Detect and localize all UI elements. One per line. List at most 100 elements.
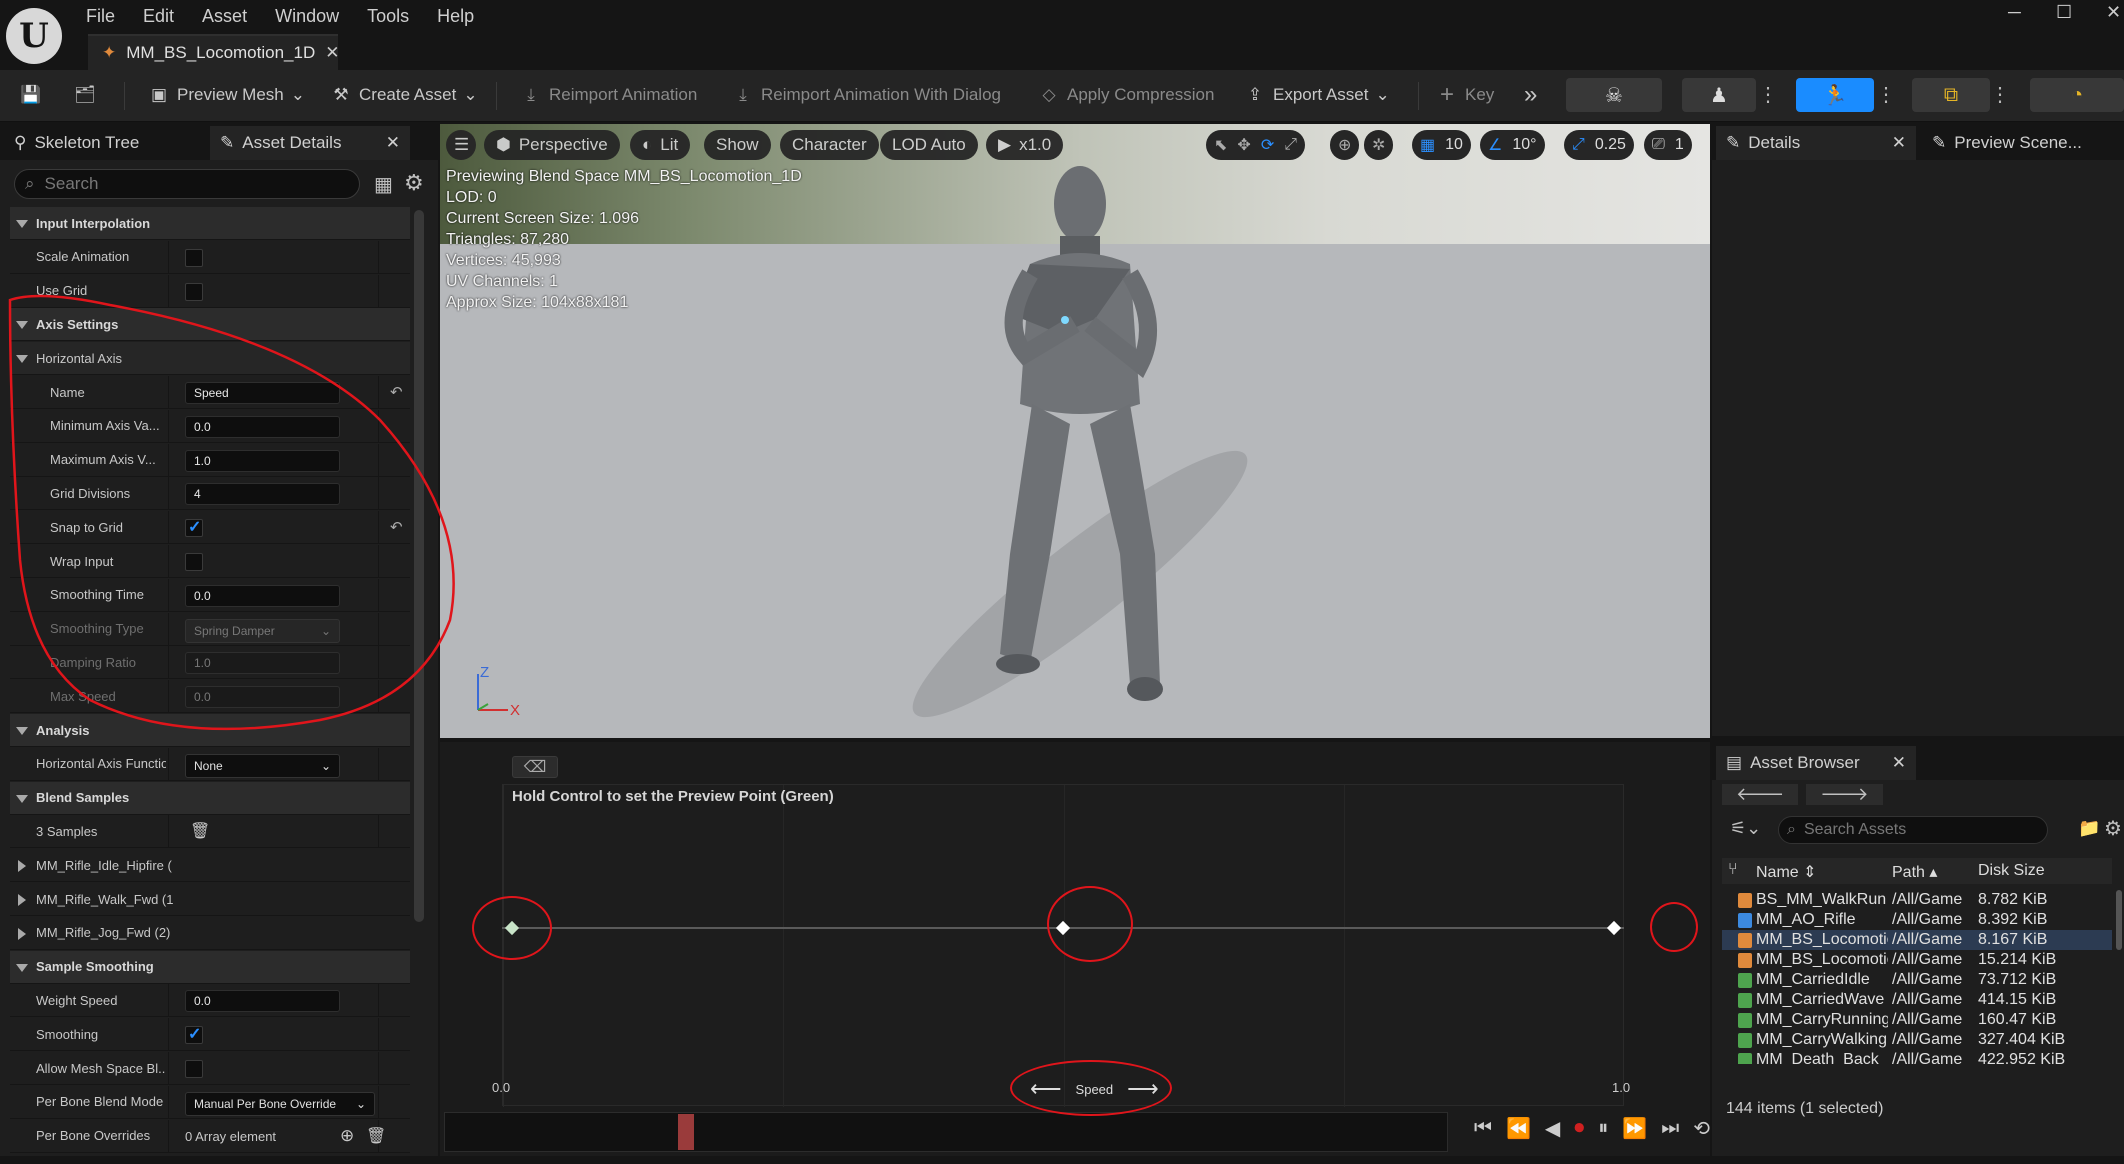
rotate-icon[interactable]: ⟳ (1261, 135, 1274, 155)
loop-icon[interactable]: ⟲ (1693, 1116, 1710, 1141)
asset-row[interactable]: MM_BS_Locomotion/All/Game 15.214 KiB (1722, 950, 2112, 970)
grid-snap-button[interactable]: ▦ 10 (1412, 130, 1471, 160)
create-asset-button[interactable]: ⚒ Create Asset ⌄ (330, 78, 477, 112)
kebab-menu-icon[interactable]: ⋮ (1990, 82, 2010, 107)
close-window-icon[interactable]: ✕ (2106, 2, 2121, 23)
surface-snap-toggle[interactable]: ✲ (1364, 130, 1394, 160)
col-name[interactable]: Name ⇕ (1756, 862, 1817, 882)
save-button[interactable]: 💾 (20, 78, 42, 112)
select-icon[interactable]: ⬉ (1214, 135, 1227, 155)
record-icon[interactable]: ⏺ (1574, 1117, 1584, 1140)
character-button[interactable]: Character (780, 130, 879, 160)
minimize-icon[interactable]: ─ (2008, 2, 2021, 23)
preview-mesh-button[interactable]: ▣ Preview Mesh ⌄ (148, 78, 305, 112)
asset-row[interactable]: MM_CarriedWave/All/Game 414.15 KiB (1722, 990, 2112, 1010)
asset-row[interactable]: MM_CarriedIdle/All/Game 73.712 KiB (1722, 970, 2112, 990)
play-reverse-icon[interactable]: ◀ (1545, 1116, 1560, 1141)
chevron-down-icon[interactable] (16, 321, 28, 330)
property-checkbox[interactable] (185, 1060, 203, 1078)
reset-to-default-icon[interactable]: ↶ (390, 518, 403, 536)
col-disk-size[interactable]: Disk Size (1978, 862, 2045, 880)
property-row[interactable]: Analysis (10, 714, 410, 747)
step-forward-icon[interactable]: ⏩ (1622, 1116, 1647, 1141)
maximize-icon[interactable]: ☐ (2056, 2, 2072, 23)
menu-tools[interactable]: Tools (367, 4, 421, 29)
timeline-track[interactable] (444, 1112, 1448, 1152)
tree-toggle-icon[interactable]: ⑂ (1728, 861, 1738, 879)
property-checkbox[interactable] (185, 553, 203, 571)
mesh-mode-button[interactable]: ♟ (1682, 78, 1756, 112)
property-row[interactable]: Blend Samples (10, 781, 410, 815)
tab-skeleton-tree[interactable]: ⚲ Skeleton Tree (4, 126, 149, 160)
pause-icon[interactable]: ⏸ (1598, 1117, 1608, 1140)
skip-end-icon[interactable]: ⏭ (1661, 1117, 1679, 1140)
perspective-button[interactable]: ⬢ Perspective (484, 130, 620, 160)
menu-edit[interactable]: Edit (143, 4, 186, 29)
kebab-menu-icon[interactable]: ⋮ (1758, 82, 1778, 107)
menu-window[interactable]: Window (275, 4, 351, 29)
skeleton-mode-button[interactable]: ☠ (1566, 78, 1662, 112)
chevron-down-icon[interactable] (16, 355, 28, 364)
property-checkbox[interactable] (185, 1024, 203, 1045)
chevron-right-icon[interactable] (18, 927, 26, 940)
property-row[interactable]: Horizontal Axis (10, 342, 410, 376)
asset-row[interactable]: MM_CarryRunning/All/Game 160.47 KiB (1722, 1010, 2112, 1030)
asset-row[interactable]: BS_MM_WalkRun/All/Game 8.782 KiB (1722, 890, 2112, 910)
kebab-menu-icon[interactable]: ⋮ (1876, 82, 1896, 107)
property-dropdown[interactable]: Manual Per Bone Override ⌄ (185, 1091, 375, 1116)
lit-button[interactable]: ◐ Lit (630, 130, 691, 160)
chevron-down-icon[interactable] (16, 963, 28, 972)
property-value-input[interactable]: 0.0 (185, 415, 340, 438)
add-element-icon[interactable]: ⊕ (340, 1126, 354, 1146)
folder-icon[interactable]: 📁 (2078, 818, 2100, 839)
menu-help[interactable]: Help (437, 4, 486, 29)
table-view-icon[interactable]: ▦ (374, 172, 393, 197)
reimport-dialog-button[interactable]: ⤓ Reimport Animation With Dialog (732, 78, 1001, 112)
camera-speed-button[interactable]: ⎚ 1 (1644, 130, 1692, 160)
property-row[interactable]: Sample Smoothing (10, 950, 410, 984)
asset-search-input[interactable]: ⌕ Search Assets (1778, 816, 2048, 844)
asset-scrollbar[interactable] (2116, 890, 2122, 950)
property-checkbox[interactable] (185, 248, 203, 267)
scale-snap-button[interactable]: ⤢ 0.25 (1564, 130, 1634, 160)
animation-mode-button[interactable]: 🏃 (1796, 78, 1874, 112)
tab-preview-scene[interactable]: ✎ Preview Scene... (1922, 126, 2092, 160)
more-options-icon[interactable]: » (1524, 78, 1537, 112)
property-value-input[interactable]: 0.0 (185, 990, 340, 1013)
filter-icon[interactable]: ⚟⌄ (1730, 818, 1761, 839)
world-local-toggle[interactable]: ⊕ (1330, 130, 1360, 160)
reimport-animation-button[interactable]: ⤓ Reimport Animation (520, 78, 697, 112)
property-checkbox[interactable] (185, 282, 203, 301)
preview-viewport[interactable]: ☰ ⬢ Perspective ◐ Lit Show Character LOD A… (440, 124, 1710, 738)
add-key-button[interactable]: + Key (1436, 78, 1494, 112)
close-icon[interactable]: ✕ (325, 43, 339, 63)
skip-start-icon[interactable]: ⏮ (1474, 1117, 1492, 1140)
reset-to-default-icon[interactable]: ↶ (390, 383, 403, 401)
blend-sample-point[interactable] (1606, 920, 1622, 936)
menu-file[interactable]: File (86, 4, 127, 29)
lod-button[interactable]: LOD Auto (880, 130, 978, 160)
physics-mode-button[interactable]: ◔ (2030, 78, 2124, 112)
property-row[interactable]: Axis Settings (10, 308, 410, 342)
asset-row[interactable]: MM_CarryWalking/All/Game 327.404 KiB (1722, 1030, 2112, 1050)
graph-options-button[interactable]: ⌫ (512, 756, 558, 778)
property-value-input[interactable]: 0.0 (185, 584, 340, 607)
chevron-right-icon[interactable] (18, 894, 26, 906)
unreal-logo-icon[interactable]: U (6, 8, 62, 64)
property-row[interactable]: MM_Rifle_Jog_Fwd (2) (10, 917, 410, 950)
asset-row[interactable]: MM_Death_Back/All/Game 422.952 KiB (1722, 1050, 2112, 1064)
property-checkbox[interactable] (185, 517, 203, 538)
asset-row[interactable]: MM_BS_Locomotion_1D/All/Game 8.167 KiB (1722, 930, 2112, 950)
menu-asset[interactable]: Asset (202, 4, 259, 29)
gear-icon[interactable]: ⚙ (404, 170, 424, 196)
close-icon[interactable]: ✕ (1892, 753, 1906, 773)
tab-details[interactable]: ✎ Details ✕ (1716, 126, 1916, 160)
property-dropdown[interactable]: Spring Damper ⌄ (185, 618, 340, 643)
gear-icon[interactable]: ⚙ (2104, 816, 2122, 841)
back-icon[interactable]: 🡐 (1722, 784, 1799, 805)
property-row[interactable]: MM_Rifle_Idle_Hipfire ( (10, 849, 410, 883)
blueprint-mode-button[interactable]: ⧉ (1912, 78, 1990, 112)
move-icon[interactable]: ✥ (1237, 135, 1250, 155)
tab-asset-details[interactable]: ✎ Asset Details ✕ (210, 126, 410, 160)
close-icon[interactable]: ✕ (386, 133, 400, 153)
